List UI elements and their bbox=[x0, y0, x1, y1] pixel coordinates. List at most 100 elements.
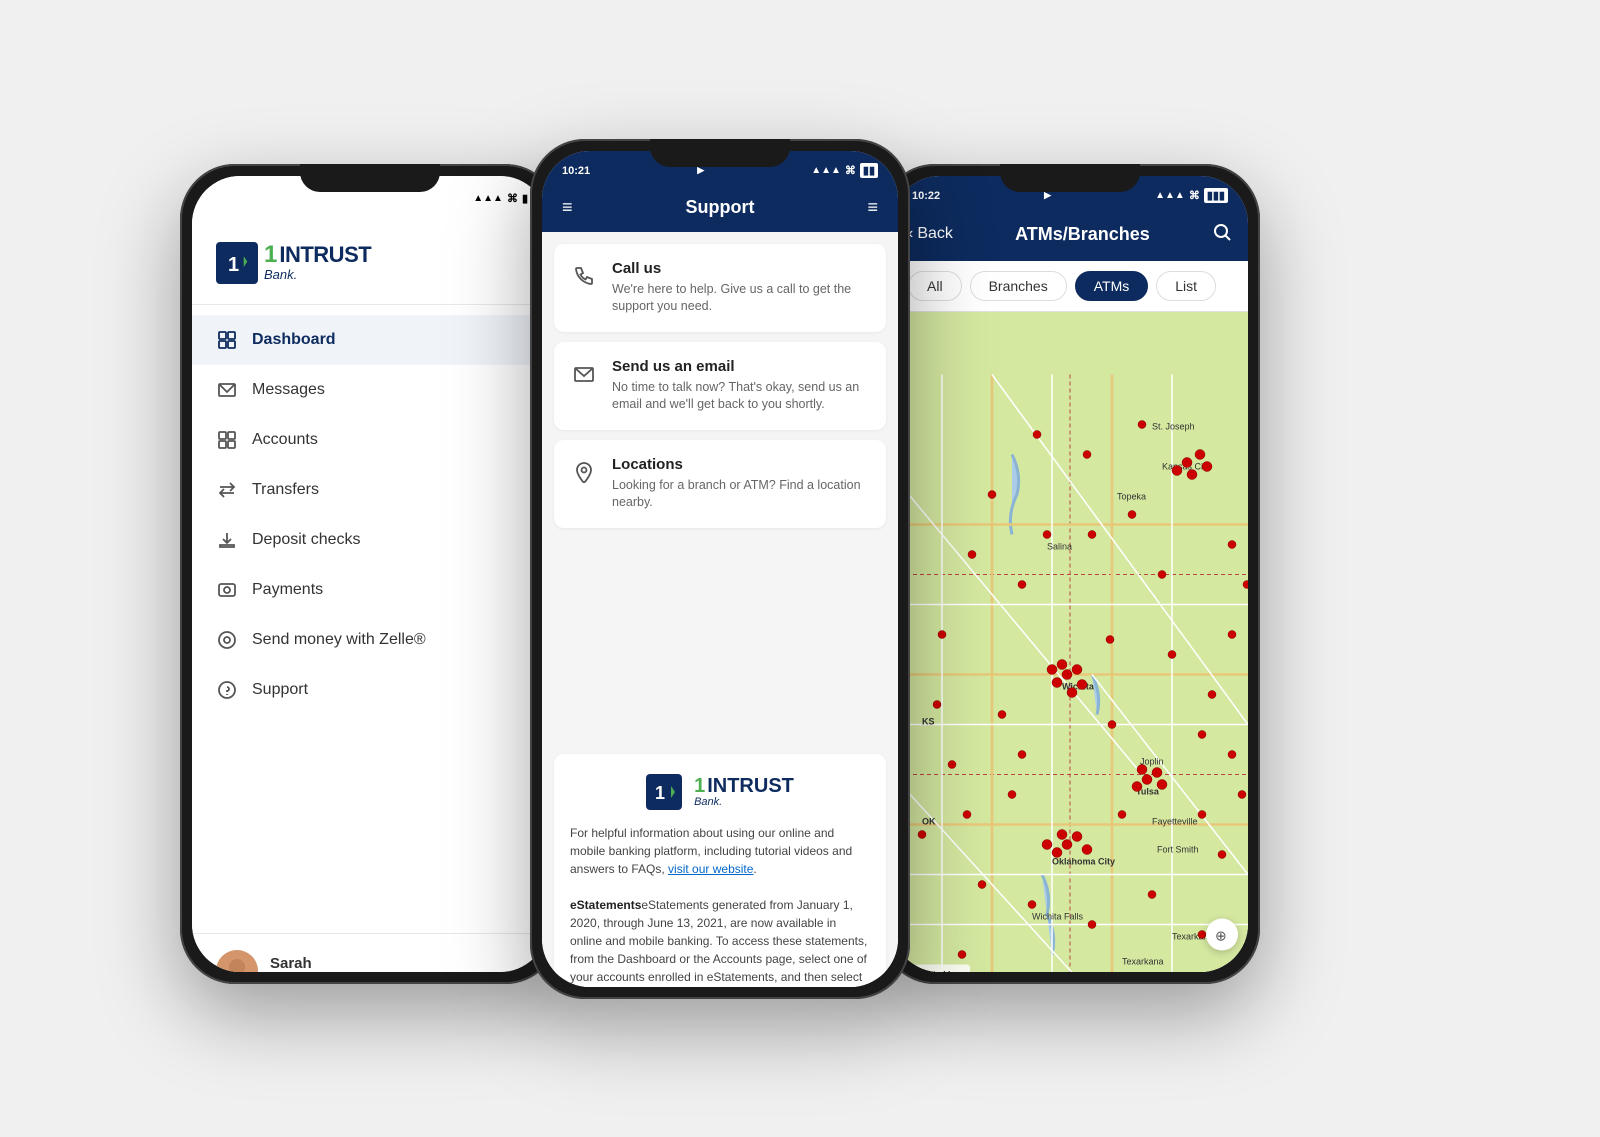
map-svg: KS OK St. Joseph Kansas City Topeka Sali… bbox=[892, 312, 1248, 972]
support-card-locations-content: Locations Looking for a branch or ATM? F… bbox=[612, 456, 870, 512]
info-link[interactable]: visit our website bbox=[668, 862, 753, 876]
support-screen: Call us We're here to help. Give us a ca… bbox=[542, 232, 898, 987]
svg-text:1: 1 bbox=[228, 254, 239, 276]
svg-text:Salina: Salina bbox=[1047, 541, 1072, 551]
nav-item-payments[interactable]: Payments bbox=[192, 565, 548, 615]
phone-left-screen: ▲▲▲ ⌘ ▮ 1 bbox=[192, 176, 548, 972]
tab-list[interactable]: List bbox=[1156, 271, 1216, 301]
hamburger-icon-left[interactable]: ≡ bbox=[562, 197, 573, 218]
grid-icon bbox=[216, 329, 238, 351]
accounts-icon bbox=[216, 429, 238, 451]
location-icon-right: ▶ bbox=[1044, 190, 1051, 201]
back-label: Back bbox=[917, 225, 953, 243]
nav-item-accounts[interactable]: Accounts bbox=[192, 415, 548, 465]
transfers-icon bbox=[216, 479, 238, 501]
call-title: Call us bbox=[612, 260, 870, 277]
deposit-icon bbox=[216, 529, 238, 551]
svg-text:Topeka: Topeka bbox=[1117, 491, 1146, 501]
svg-text:OK: OK bbox=[922, 816, 936, 826]
notch-right bbox=[1000, 164, 1140, 192]
wifi-icon-center: ⌘ bbox=[845, 164, 856, 177]
nav-item-zelle[interactable]: Send money with Zelle® bbox=[192, 615, 548, 665]
support-icon bbox=[216, 679, 238, 701]
info-logo: 1 1 INTRUST Bank. bbox=[570, 774, 870, 810]
support-card-call-content: Call us We're here to help. Give us a ca… bbox=[612, 260, 870, 316]
nav-support-label: Support bbox=[252, 681, 308, 699]
svg-text:Fayetteville: Fayetteville bbox=[1152, 816, 1198, 826]
phone-right-screen: 10:22 ▶ ▲▲▲ ⌘ ▮▮▮ ‹ Back ATMs/Branches bbox=[892, 176, 1248, 972]
back-button[interactable]: ‹ Back bbox=[908, 225, 953, 243]
atm-header: ‹ Back ATMs/Branches bbox=[892, 212, 1248, 261]
nav-item-deposit[interactable]: Deposit checks bbox=[192, 515, 548, 565]
info-text-2: . bbox=[753, 862, 756, 876]
info-logo-icon: 1 bbox=[646, 774, 682, 810]
phone-center: 10:21 ▶ ▲▲▲ ⌘ ▮▮ ≡ Support ≡ bbox=[530, 139, 910, 999]
info-card-text: For helpful information about using our … bbox=[570, 824, 870, 987]
support-title: Support bbox=[573, 197, 868, 218]
svg-text:Wichita Falls: Wichita Falls bbox=[1032, 911, 1084, 921]
tab-all[interactable]: All bbox=[908, 271, 962, 301]
user-section[interactable]: Sarah sarahtestaccount ⌄ bbox=[192, 933, 548, 972]
search-button[interactable] bbox=[1212, 222, 1232, 247]
email-title: Send us an email bbox=[612, 358, 870, 375]
filter-tabs: All Branches ATMs List bbox=[892, 261, 1248, 312]
user-name: Sarah bbox=[270, 955, 500, 972]
logo-container: 1 1 INTRUST Bank. bbox=[216, 242, 524, 284]
svg-text:⊕: ⊕ bbox=[1215, 927, 1227, 943]
svg-text:🗺 Apple Maps: 🗺 Apple Maps bbox=[904, 969, 965, 972]
wifi-icon-right: ⌘ bbox=[1189, 189, 1200, 202]
chevron-down-icon[interactable]: ⌄ bbox=[512, 962, 524, 972]
nav-accounts-label: Accounts bbox=[252, 431, 318, 449]
logo-intrust: INTRUST bbox=[279, 244, 371, 266]
user-avatar bbox=[216, 950, 258, 972]
svg-text:Oklahoma City: Oklahoma City bbox=[1052, 856, 1115, 866]
signal-icon-left: ▲▲▲ bbox=[473, 193, 503, 204]
nav-menu: Dashboard Messages bbox=[192, 305, 548, 933]
nav-dashboard-label: Dashboard bbox=[252, 331, 336, 349]
info-estatements: eStatements bbox=[570, 898, 641, 912]
sidebar-menu: 1 1 INTRUST Bank. bbox=[192, 212, 548, 972]
status-icons-right: ▲▲▲ ⌘ ▮▮▮ bbox=[1155, 188, 1228, 203]
phone-left: ▲▲▲ ⌘ ▮ 1 bbox=[180, 164, 560, 984]
nav-transfers-label: Transfers bbox=[252, 481, 319, 499]
map-container: KS OK St. Joseph Kansas City Topeka Sali… bbox=[892, 312, 1248, 972]
nav-item-dashboard[interactable]: Dashboard bbox=[192, 315, 548, 365]
support-header: ≡ Support ≡ bbox=[542, 187, 898, 232]
info-logo-text: 1 INTRUST Bank. bbox=[694, 776, 794, 808]
support-items-list: Call us We're here to help. Give us a ca… bbox=[542, 232, 898, 746]
nav-messages-label: Messages bbox=[252, 381, 325, 399]
nav-deposit-label: Deposit checks bbox=[252, 531, 361, 549]
nav-payments-label: Payments bbox=[252, 581, 323, 599]
nav-zelle-label: Send money with Zelle® bbox=[252, 631, 426, 649]
call-desc: We're here to help. Give us a call to ge… bbox=[612, 281, 870, 316]
locations-title: Locations bbox=[612, 456, 870, 473]
status-icons-left: ▲▲▲ ⌘ ▮ bbox=[473, 192, 528, 205]
signal-icon-center: ▲▲▲ bbox=[811, 165, 841, 176]
info-intrust: INTRUST bbox=[707, 776, 794, 796]
sidebar-logo: 1 1 INTRUST Bank. bbox=[192, 212, 548, 305]
nav-item-messages[interactable]: Messages bbox=[192, 365, 548, 415]
svg-text:Fort Smith: Fort Smith bbox=[1157, 844, 1199, 854]
svg-text:Texarkana: Texarkana bbox=[1122, 956, 1164, 966]
email-icon bbox=[570, 360, 598, 388]
atm-title: ATMs/Branches bbox=[1015, 224, 1150, 245]
tab-atms[interactable]: ATMs bbox=[1075, 271, 1149, 301]
battery-icon-right: ▮▮▮ bbox=[1204, 188, 1228, 203]
hamburger-icon-right[interactable]: ≡ bbox=[867, 197, 878, 218]
scene: ▲▲▲ ⌘ ▮ 1 bbox=[150, 94, 1450, 1044]
nav-item-support[interactable]: Support bbox=[192, 665, 548, 715]
notch-center bbox=[650, 139, 790, 167]
wifi-icon-left: ⌘ bbox=[507, 192, 518, 205]
svg-text:1: 1 bbox=[655, 783, 665, 803]
nav-item-transfers[interactable]: Transfers bbox=[192, 465, 548, 515]
status-icons-center: ▲▲▲ ⌘ ▮▮ bbox=[811, 163, 878, 178]
status-time-center: 10:21 bbox=[562, 165, 590, 177]
phone-icon bbox=[570, 262, 598, 290]
tab-branches[interactable]: Branches bbox=[970, 271, 1067, 301]
support-card-call[interactable]: Call us We're here to help. Give us a ca… bbox=[554, 244, 886, 332]
svg-text:St. Joseph: St. Joseph bbox=[1152, 421, 1195, 431]
support-card-email[interactable]: Send us an email No time to talk now? Th… bbox=[554, 342, 886, 430]
support-card-locations[interactable]: Locations Looking for a branch or ATM? F… bbox=[554, 440, 886, 528]
locations-desc: Looking for a branch or ATM? Find a loca… bbox=[612, 477, 870, 512]
payments-icon bbox=[216, 579, 238, 601]
